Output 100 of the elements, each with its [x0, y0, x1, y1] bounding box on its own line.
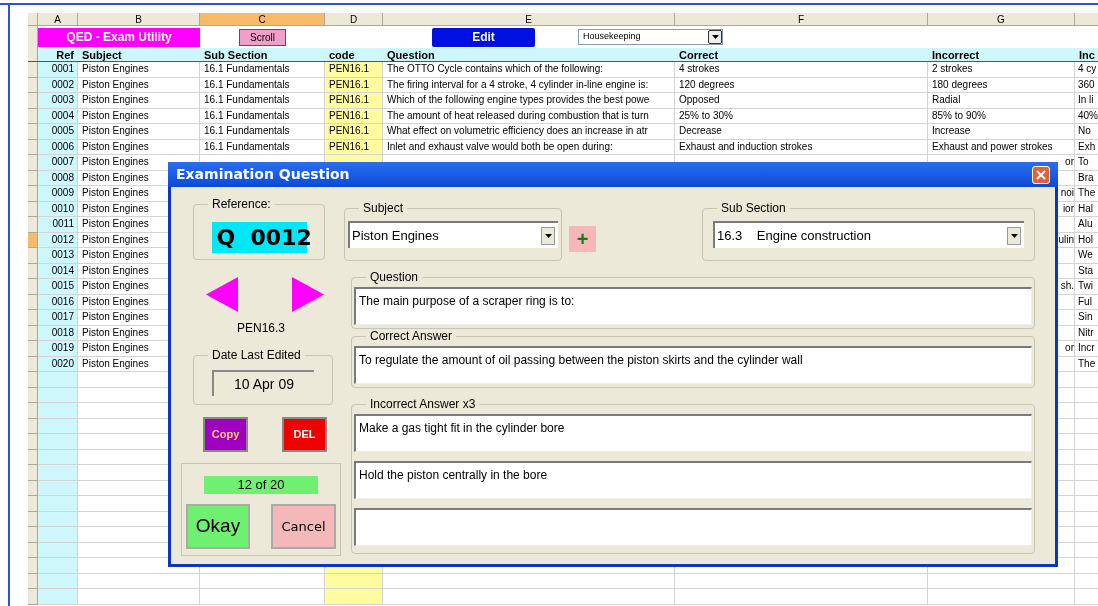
group-label: Reference: — [208, 197, 275, 211]
text-field[interactable]: To regulate the amount of oil passing between the piston skirts and the cylinder wall — [354, 346, 1032, 384]
row-header[interactable] — [28, 480, 38, 496]
edit-button[interactable]: Edit — [432, 27, 535, 47]
table-cell: Nitr — [1075, 325, 1098, 341]
table-cell: PEN16.1 — [325, 62, 383, 78]
row-header[interactable] — [28, 170, 38, 186]
cancel-button[interactable]: Cancel — [271, 504, 336, 549]
row-header[interactable] — [28, 248, 38, 264]
row-header[interactable] — [28, 26, 38, 48]
previous-arrow-icon[interactable] — [206, 277, 238, 312]
column-heading: Correct — [679, 49, 719, 61]
next-arrow-icon[interactable] — [292, 277, 324, 312]
caret-icon — [544, 233, 552, 238]
table-cell: PEN16.1 — [325, 93, 383, 109]
text-field[interactable]: Hold the piston centrally in the bore — [354, 461, 1032, 499]
row-header[interactable] — [28, 542, 38, 558]
row-header[interactable] — [28, 217, 38, 233]
row-header[interactable] — [28, 186, 38, 202]
row-header[interactable] — [28, 387, 38, 403]
table-cell: 0013 — [38, 248, 78, 264]
table-cell — [38, 372, 78, 388]
column-header[interactable]: F — [675, 13, 928, 25]
table-cell: 4 strokes — [675, 62, 928, 78]
row-header[interactable] — [28, 418, 38, 434]
row-header[interactable] — [28, 108, 38, 124]
table-cell: Piston Engines — [78, 124, 200, 140]
row-header[interactable] — [28, 232, 38, 248]
table-cell — [38, 589, 78, 605]
table-cell: 0011 — [38, 217, 78, 233]
table-cell: In li — [1075, 93, 1098, 109]
table-cell: Bra — [1075, 170, 1098, 186]
row-header[interactable] — [28, 403, 38, 419]
row-header[interactable] — [28, 356, 38, 372]
column-heading: Subject — [82, 49, 122, 61]
table-cell: Increase — [928, 124, 1075, 140]
row-header[interactable] — [28, 341, 38, 357]
row-header[interactable] — [28, 434, 38, 450]
row-header[interactable] — [28, 310, 38, 326]
row-header[interactable] — [28, 155, 38, 171]
row-header[interactable] — [28, 589, 38, 605]
column-header[interactable]: G — [928, 13, 1075, 25]
row-header[interactable] — [28, 48, 38, 61]
row-header[interactable] — [28, 496, 38, 512]
row-header[interactable] — [28, 294, 38, 310]
table-cell — [38, 434, 78, 450]
column-heading: Sub Section — [204, 49, 268, 61]
row-header[interactable] — [28, 279, 38, 295]
column-header[interactable]: C — [200, 13, 325, 25]
text-field[interactable]: Make a gas tight fit in the cylinder bore — [354, 414, 1032, 452]
table-cell: 0003 — [38, 93, 78, 109]
row-header[interactable] — [28, 372, 38, 388]
table-cell: Opposed — [675, 93, 928, 109]
table-cell: 360 — [1075, 77, 1098, 93]
table-cell — [38, 527, 78, 543]
record-counter: 12 of 20 — [204, 476, 318, 494]
row-header[interactable] — [28, 573, 38, 589]
row-header[interactable] — [28, 558, 38, 574]
column-heading: Incorrect — [932, 49, 980, 61]
row-header[interactable] — [28, 527, 38, 543]
row-header[interactable] — [28, 263, 38, 279]
subject-combobox[interactable]: Piston Engines — [348, 221, 558, 248]
table-cell: 16.1 Fundamentals — [200, 93, 325, 109]
row-header[interactable] — [28, 139, 38, 155]
table-cell: Piston Engines — [78, 62, 200, 78]
caret-icon — [711, 35, 719, 39]
table-cell: 4 cy — [1075, 62, 1098, 78]
row-header[interactable] — [28, 449, 38, 465]
sub-section-combobox[interactable]: 16.3 Engine construction — [713, 221, 1024, 248]
copy-button[interactable]: Copy — [203, 417, 248, 452]
column-header[interactable]: D — [325, 13, 383, 25]
row-header[interactable] — [28, 325, 38, 341]
table-cell: 0009 — [38, 186, 78, 202]
row-header[interactable] — [28, 465, 38, 481]
row-header[interactable] — [28, 201, 38, 217]
table-cell: Twi — [1075, 279, 1098, 295]
group-label: Incorrect Answer x3 — [366, 397, 480, 411]
row-header[interactable] — [28, 511, 38, 527]
scroll-button[interactable]: Scroll — [239, 28, 286, 46]
app-title: QED - Exam Utility — [38, 27, 200, 47]
column-header[interactable]: A — [38, 13, 78, 25]
text-field[interactable]: The main purpose of a scraper ring is to: — [354, 287, 1032, 325]
table-cell: Sin — [1075, 310, 1098, 326]
row-header[interactable] — [28, 93, 38, 109]
column-heading: code — [329, 49, 355, 61]
column-header[interactable]: E — [383, 13, 675, 25]
table-cell: 40% — [1075, 108, 1098, 124]
close-button[interactable] — [1032, 165, 1050, 184]
row-header[interactable] — [28, 77, 38, 93]
text-field[interactable] — [354, 508, 1032, 546]
okay-button[interactable]: Okay — [186, 504, 250, 549]
row-header[interactable] — [28, 124, 38, 140]
dropdown[interactable]: Housekeeping — [578, 29, 723, 45]
delete-button[interactable]: DEL — [282, 417, 327, 452]
table-cell: Piston Engines — [78, 93, 200, 109]
table-cell: Incr — [1075, 341, 1098, 357]
row-header[interactable] — [28, 62, 38, 78]
table-cell: 0005 — [38, 124, 78, 140]
group-label: Date Last Edited — [208, 348, 305, 362]
table-cell — [38, 558, 78, 574]
